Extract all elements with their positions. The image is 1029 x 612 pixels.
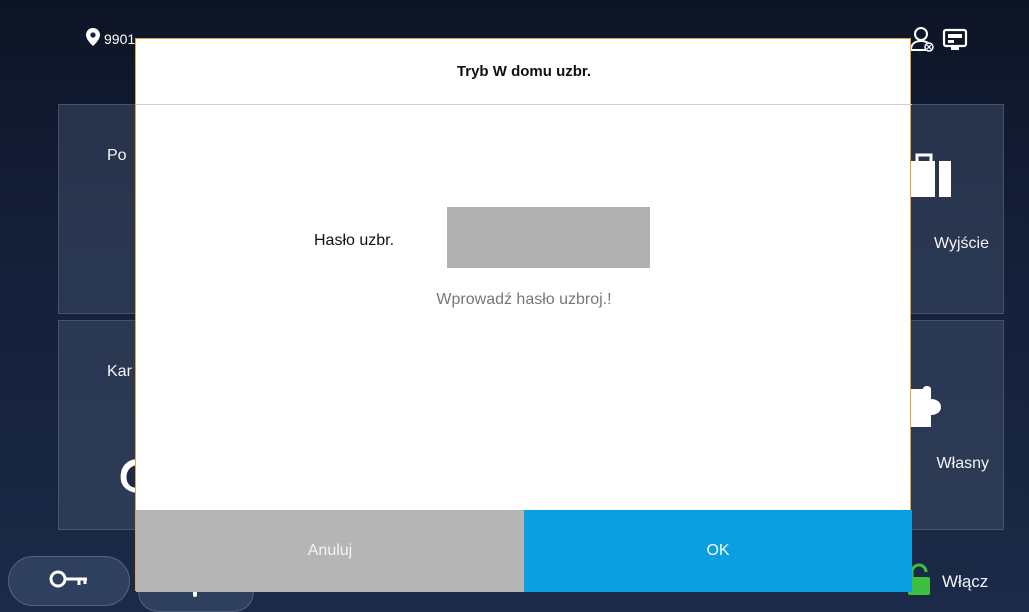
arm-toggle[interactable]: Włącz — [906, 560, 1026, 604]
location-indicator: 9901 — [86, 28, 142, 49]
ok-button[interactable]: OK — [524, 510, 912, 592]
password-label: Hasło uzbr. — [314, 232, 395, 249]
arm-password-dialog: Tryb W domu uzbr. Hasło uzbr. Wprowadź h… — [135, 38, 912, 592]
location-pin-icon — [86, 28, 100, 49]
tile-left-top[interactable]: Po — [58, 104, 138, 314]
tile-custom-arm[interactable]: Własny — [910, 320, 1004, 530]
cancel-button[interactable]: Anuluj — [136, 510, 524, 592]
user-offline-icon — [909, 26, 934, 57]
device-screen-icon — [942, 26, 968, 57]
unlock-key-button[interactable] — [8, 556, 130, 606]
puzzle-icon — [911, 385, 943, 444]
suitcase-icon — [911, 153, 951, 202]
tile-left-bottom-label: Kar — [107, 363, 132, 380]
dialog-title: Tryb W domu uzbr. — [136, 39, 912, 105]
tile-left-top-label: Po — [107, 147, 127, 164]
arm-label: Włącz — [942, 572, 989, 591]
password-hint: Wprowadź hasło uzbroj.! — [436, 291, 612, 308]
key-icon — [49, 569, 89, 594]
status-icons — [909, 26, 968, 57]
tile-away-arm[interactable]: Wyjście — [910, 104, 1004, 314]
password-input[interactable] — [447, 207, 650, 268]
tile-left-bottom[interactable]: Kar — [58, 320, 139, 530]
